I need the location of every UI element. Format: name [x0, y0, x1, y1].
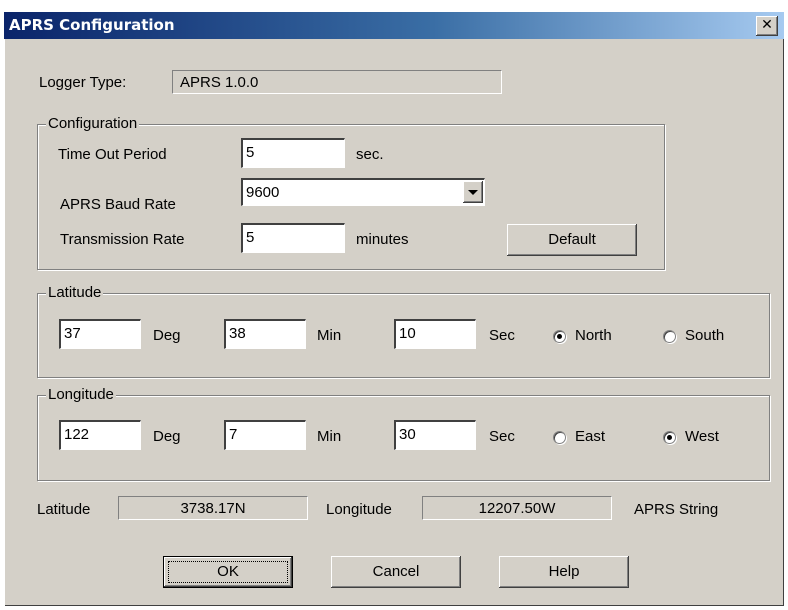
latitude-summary-value: 3738.17N — [118, 496, 308, 520]
close-icon: ✕ — [761, 17, 773, 33]
focus-rect — [168, 561, 288, 583]
east-radio[interactable] — [553, 431, 566, 444]
latitude-deg-input[interactable]: 37 — [59, 319, 141, 349]
latitude-deg-label: Deg — [153, 327, 181, 344]
longitude-deg-label: Deg — [153, 428, 181, 445]
east-label[interactable]: East — [575, 427, 605, 447]
latitude-min-label: Min — [317, 327, 342, 344]
timeout-unit: sec. — [356, 146, 384, 163]
transmission-rate-unit: minutes — [356, 231, 409, 248]
north-radio[interactable] — [553, 330, 566, 343]
latitude-sec-input[interactable]: 10 — [394, 319, 476, 349]
configuration-group-label: Configuration — [46, 114, 140, 134]
transmission-rate-input[interactable]: 5 — [241, 223, 345, 253]
longitude-summary-text: 12207.50W — [478, 500, 556, 517]
timeout-label: Time Out Period — [58, 146, 167, 163]
south-label[interactable]: South — [685, 326, 724, 346]
aprs-configuration-dialog: APRS Configuration ✕ Logger Type: APRS 1… — [4, 12, 784, 606]
latitude-group-label: Latitude — [46, 283, 104, 303]
help-button[interactable]: Help — [499, 556, 629, 588]
cancel-button[interactable]: Cancel — [331, 556, 461, 588]
baud-rate-label: APRS Baud Rate — [60, 196, 176, 213]
logger-type-value: APRS 1.0.0 — [172, 70, 502, 94]
west-radio[interactable] — [663, 431, 676, 444]
longitude-summary-value: 12207.50W — [422, 496, 612, 520]
latitude-summary-label: Latitude — [37, 501, 91, 518]
longitude-min-input[interactable]: 7 — [224, 420, 306, 450]
baud-rate-select[interactable]: 9600 — [241, 178, 485, 206]
south-radio[interactable] — [663, 330, 676, 343]
latitude-summary-text: 3738.17N — [180, 500, 246, 517]
west-label[interactable]: West — [685, 427, 719, 447]
title-bar[interactable]: APRS Configuration ✕ — [4, 12, 784, 39]
baud-rate-dropdown-button[interactable] — [463, 181, 483, 203]
timeout-input[interactable]: 5 — [241, 138, 345, 168]
radio-selected-dot — [667, 435, 672, 440]
longitude-sec-label: Sec — [489, 428, 515, 445]
longitude-sec-input[interactable]: 30 — [394, 420, 476, 450]
latitude-sec-label: Sec — [489, 327, 515, 344]
longitude-deg-input[interactable]: 122 — [59, 420, 141, 450]
baud-rate-value: 9600 — [246, 184, 280, 201]
logger-type-text: APRS 1.0.0 — [180, 74, 259, 91]
window-title: APRS Configuration — [9, 16, 175, 34]
longitude-summary-label: Longitude — [326, 501, 392, 518]
close-button[interactable]: ✕ — [756, 16, 778, 36]
transmission-rate-label: Transmission Rate — [60, 231, 185, 248]
longitude-group-label: Longitude — [46, 385, 116, 405]
logger-type-label: Logger Type: — [39, 74, 127, 91]
chevron-down-icon — [468, 190, 478, 195]
radio-selected-dot — [557, 334, 562, 339]
latitude-min-input[interactable]: 38 — [224, 319, 306, 349]
ok-button[interactable]: OK — [163, 556, 293, 588]
longitude-min-label: Min — [317, 428, 342, 445]
north-label[interactable]: North — [575, 326, 612, 346]
default-button[interactable]: Default — [507, 224, 637, 256]
aprs-string-label: APRS String — [634, 501, 719, 518]
